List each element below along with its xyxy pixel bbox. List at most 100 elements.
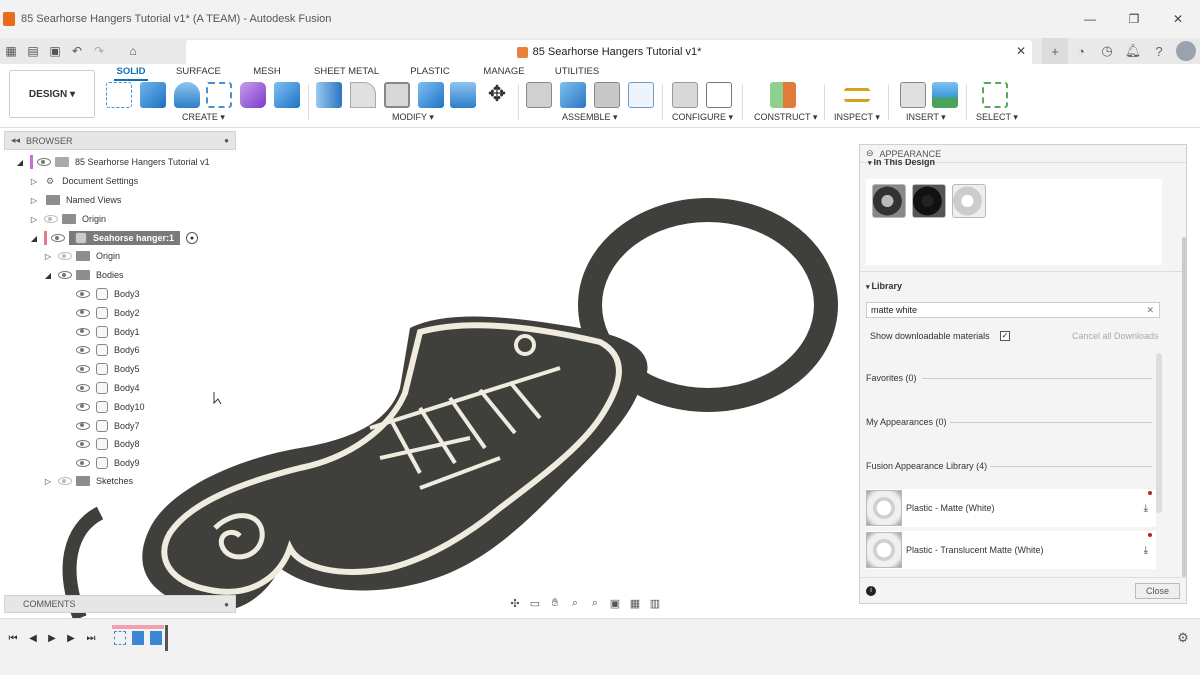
press-pull-icon[interactable] [316,82,342,108]
file-menu-icon[interactable]: ▤ [22,40,44,62]
browser-pin-icon[interactable]: ● [224,136,229,145]
maximize-button[interactable]: ❐ [1112,0,1156,38]
cancel-downloads-button[interactable]: Cancel all Downloads [1072,331,1159,341]
library-heading[interactable]: ▾ Library [866,281,902,291]
fusion-library-heading[interactable]: Fusion Appearance Library (4) [866,461,987,471]
tree-item-body[interactable]: Body3 [72,285,140,303]
clear-search-icon[interactable]: ✕ [1146,305,1154,316]
pan-hand-icon[interactable]: ✋︎ [548,596,562,610]
download-icon[interactable]: ⤓ [1144,545,1148,556]
my-appearances-heading[interactable]: My Appearances (0) [866,417,947,427]
visibility-eye-icon[interactable] [37,158,51,166]
library-search-input[interactable]: matte white ✕ [866,302,1160,318]
timeline-settings-gear-icon[interactable]: ⚙ [1176,630,1190,645]
tree-item-named-views[interactable]: ▷ Named Views [28,191,121,209]
comments-pin-icon[interactable]: ● [224,600,229,609]
select-window-icon[interactable] [982,82,1008,108]
tree-item-body[interactable]: Body5 [72,360,140,378]
comments-panel-header[interactable]: COMMENTS ● [4,595,236,613]
visibility-eye-icon[interactable] [58,252,72,260]
timeline-marker[interactable] [165,625,168,651]
form-icon[interactable] [240,82,266,108]
info-icon[interactable]: i [866,585,876,596]
tree-item-body[interactable]: Body10 [72,398,145,416]
visibility-eye-icon[interactable] [76,308,90,317]
timeline-sketch-icon[interactable] [114,631,126,645]
favorites-heading[interactable]: Favorites (0) [866,373,917,383]
expand-arrow-icon[interactable]: ▷ [28,196,40,205]
go-to-end-icon[interactable]: ⏭ [84,631,98,645]
joint-origin-icon[interactable] [628,82,654,108]
new-component-icon[interactable] [526,82,552,108]
go-to-start-icon[interactable]: ⏮ [6,631,20,645]
offset-plane-icon[interactable] [770,82,796,108]
modify-group-label[interactable]: MODIFY ▾ [392,112,434,123]
zoom-window-icon[interactable]: ⌕ [588,596,602,610]
tab-surface[interactable]: SURFACE [176,64,221,79]
job-status-icon[interactable]: ◷ [1094,38,1120,64]
save-icon[interactable]: ▣ [44,40,66,62]
tree-item-origin-component[interactable]: ▷ Origin [42,247,120,265]
visibility-eye-icon[interactable] [76,459,90,468]
timeline-extrude-icon[interactable] [150,631,162,645]
tree-item-body[interactable]: Body9 [72,454,140,472]
configuration-table-icon[interactable] [706,82,732,108]
tree-root[interactable]: ◢ 85 Searhorse Hangers Tutorial v1 [14,153,210,171]
visibility-eye-icon[interactable] [51,234,65,242]
notifications-icon[interactable]: 🔔︎ [1120,38,1146,64]
tree-item-origin[interactable]: ▷ Origin [28,210,106,228]
combine-icon[interactable] [418,82,444,108]
tab-plastic[interactable]: PLASTIC [408,64,452,79]
grid-settings-icon[interactable]: ▦ [628,596,642,610]
fillet-icon[interactable] [350,82,376,108]
extrude-icon[interactable] [140,82,166,108]
close-window-button[interactable]: ✕ [1156,0,1200,38]
look-at-icon[interactable]: ▭ [528,596,542,610]
new-tab-icon[interactable]: + [1042,38,1068,64]
visibility-eye-icon[interactable] [76,346,90,355]
visibility-eye-icon[interactable] [76,421,90,430]
tree-item-document-settings[interactable]: ▷ ⚙ Document Settings [28,172,138,190]
orbit-icon[interactable]: ✣ [508,596,522,610]
expand-arrow-icon[interactable]: ◢ [42,271,54,280]
tree-item-body[interactable]: Body6 [72,341,140,359]
grid-menu-icon[interactable]: ▦ [0,40,22,62]
help-icon[interactable]: ? [1146,38,1172,64]
tab-sheet-metal[interactable]: SHEET METAL [314,64,379,79]
assemble-group-label[interactable]: ASSEMBLE ▾ [562,112,618,123]
display-settings-icon[interactable]: ▣ [608,596,622,610]
workspace-switcher-button[interactable]: DESIGN ▾ [9,70,95,118]
document-tab[interactable]: 85 Searhorse Hangers Tutorial v1* ✕ [186,40,1032,64]
as-built-joint-icon[interactable] [594,82,620,108]
minimize-button[interactable]: — [1068,0,1112,38]
split-body-icon[interactable] [450,82,476,108]
library-result-item[interactable]: Plastic - Matte (White) ⤓ [866,489,1156,527]
close-button[interactable]: Close [1134,582,1180,599]
expand-arrow-icon[interactable]: ◢ [14,158,26,167]
visibility-eye-icon[interactable] [76,365,90,374]
document-tab-close-button[interactable]: ✕ [1016,44,1026,58]
visibility-eye-icon[interactable] [76,290,90,298]
tab-utilities[interactable]: UTILITIES [554,64,600,79]
black-material-swatch[interactable] [912,184,946,218]
box-icon[interactable] [274,82,300,108]
tree-item-body[interactable]: Body1 [72,323,140,341]
dark-material-swatch[interactable] [872,184,906,218]
appearance-scrollbar[interactable] [1156,353,1162,513]
user-avatar[interactable] [1176,41,1196,61]
tree-item-body[interactable]: Body4 [72,379,140,397]
browser-panel-header[interactable]: ◂◂ BROWSER ● [4,131,236,150]
appearance-outer-scrollbar[interactable] [1182,237,1186,577]
create-sketch-icon[interactable] [106,82,132,108]
appearance-collapse-icon[interactable]: ⊖ [866,148,874,159]
tab-mesh[interactable]: MESH [250,64,284,79]
configure-icon[interactable] [672,82,698,108]
measure-icon[interactable] [844,88,870,102]
insert-canvas-icon[interactable] [932,82,958,108]
visibility-eye-icon[interactable] [58,271,72,279]
revolve-icon[interactable] [174,82,200,108]
visibility-eye-icon[interactable] [76,402,90,411]
step-forward-icon[interactable]: ▶ [64,631,78,645]
expand-arrow-icon[interactable]: ▷ [28,215,40,224]
tree-item-body[interactable]: Body8 [72,435,140,453]
